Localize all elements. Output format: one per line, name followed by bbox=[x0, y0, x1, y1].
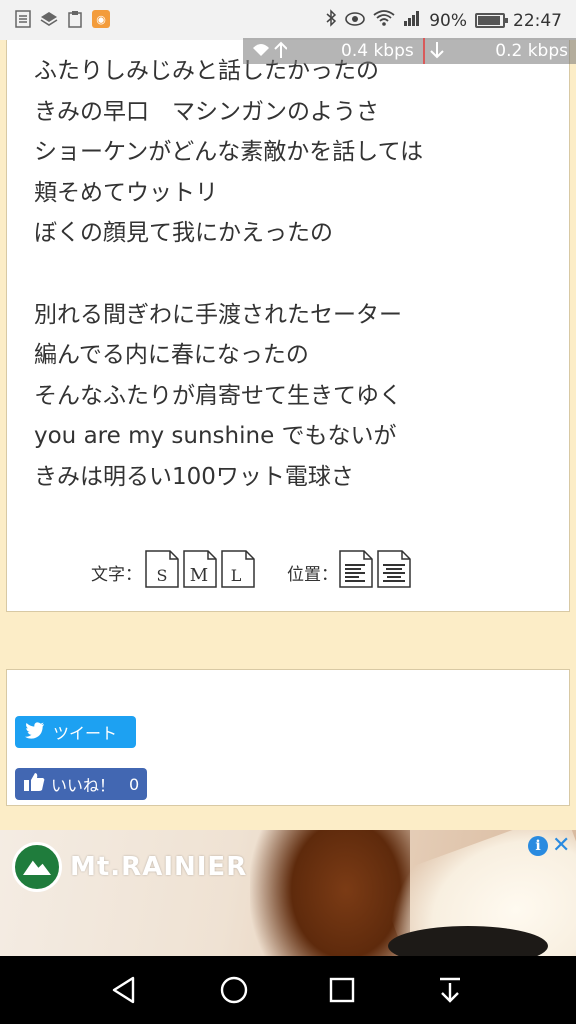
font-size-label: 文字： bbox=[91, 565, 142, 585]
tweet-button[interactable]: ツイート bbox=[15, 716, 136, 748]
navigation-bar bbox=[0, 956, 576, 1024]
notification-pull-icon[interactable] bbox=[432, 974, 468, 1006]
status-bar: ◉ 90% 22:47 bbox=[0, 0, 576, 40]
align-center-button[interactable] bbox=[377, 550, 411, 588]
upload-speed: 0.4 kbps bbox=[341, 41, 414, 61]
mt-rainier-logo-icon bbox=[12, 842, 62, 892]
like-label: いいね！ bbox=[51, 776, 116, 795]
clock: 22:47 bbox=[513, 10, 562, 31]
lyrics-card: ふたりしみじみと話したかったの きみの早口 マシンガンのようさ ショーケンがどんな素… bbox=[6, 40, 570, 612]
battery-percent: 90% bbox=[429, 10, 467, 31]
ad-brand-name: Mt.RAINIER bbox=[70, 852, 248, 882]
back-icon[interactable] bbox=[106, 974, 142, 1006]
rss-icon: ◉ bbox=[92, 9, 110, 29]
eye-icon bbox=[345, 11, 366, 31]
ad-banner[interactable]: Mt.RAINIER i ✕ bbox=[0, 830, 576, 956]
download-speed: 0.2 kbps bbox=[495, 41, 568, 61]
lyric-line: 頬そめてウットリ bbox=[34, 179, 218, 206]
lyric-line: ぼくの顔見て我にかえったの bbox=[34, 220, 333, 247]
lyric-line: きみは明るい100ワット電球さ bbox=[34, 464, 354, 490]
list-icon bbox=[14, 9, 32, 29]
home-icon[interactable] bbox=[216, 974, 252, 1006]
download-arrow-icon bbox=[429, 40, 445, 65]
like-count: 0 bbox=[129, 774, 140, 794]
speed-separator bbox=[423, 38, 425, 64]
twitter-bird-icon bbox=[25, 721, 45, 743]
thumbs-up-icon bbox=[23, 772, 45, 796]
lyric-line: 別れる間ぎわに手渡されたセーター bbox=[34, 301, 402, 328]
share-card: ツイート いいね！ 0 bbox=[6, 669, 570, 806]
lyric-line: you are my sunshine でもないが bbox=[34, 423, 397, 450]
tweet-label: ツイート bbox=[53, 724, 118, 743]
font-size-l-button[interactable]: L bbox=[221, 550, 255, 588]
layers-icon bbox=[40, 9, 58, 29]
clipboard-icon bbox=[66, 9, 84, 29]
lyric-line: きみの早口 マシンガンのようさ bbox=[34, 98, 379, 125]
bluetooth-icon bbox=[325, 9, 337, 32]
font-size-s-label: S bbox=[157, 566, 168, 585]
position-label: 位置： bbox=[287, 565, 338, 585]
signal-icon bbox=[403, 10, 421, 31]
font-size-m-button[interactable]: M bbox=[183, 550, 217, 588]
font-size-s-button[interactable]: S bbox=[145, 550, 179, 588]
network-speed-overlay: 0.4 kbps 0.2 kbps bbox=[243, 38, 576, 64]
lyric-line: そんなふたりが肩寄せて生きてゆく bbox=[34, 382, 402, 409]
info-icon[interactable]: i bbox=[528, 836, 548, 856]
lyric-line: ショーケンがどんな素敵かを話しては bbox=[34, 139, 424, 166]
battery-icon bbox=[475, 13, 508, 28]
recents-icon[interactable] bbox=[324, 974, 360, 1006]
font-size-m-label: M bbox=[190, 565, 208, 586]
font-size-l-label: L bbox=[231, 566, 242, 585]
align-left-button[interactable] bbox=[339, 550, 373, 588]
like-button[interactable]: いいね！ 0 bbox=[15, 768, 147, 800]
close-icon[interactable]: ✕ bbox=[552, 833, 570, 858]
lyric-line: 編んでる内に春になったの bbox=[34, 342, 309, 369]
upload-arrow-icon bbox=[251, 40, 288, 65]
wifi-icon bbox=[373, 10, 395, 31]
